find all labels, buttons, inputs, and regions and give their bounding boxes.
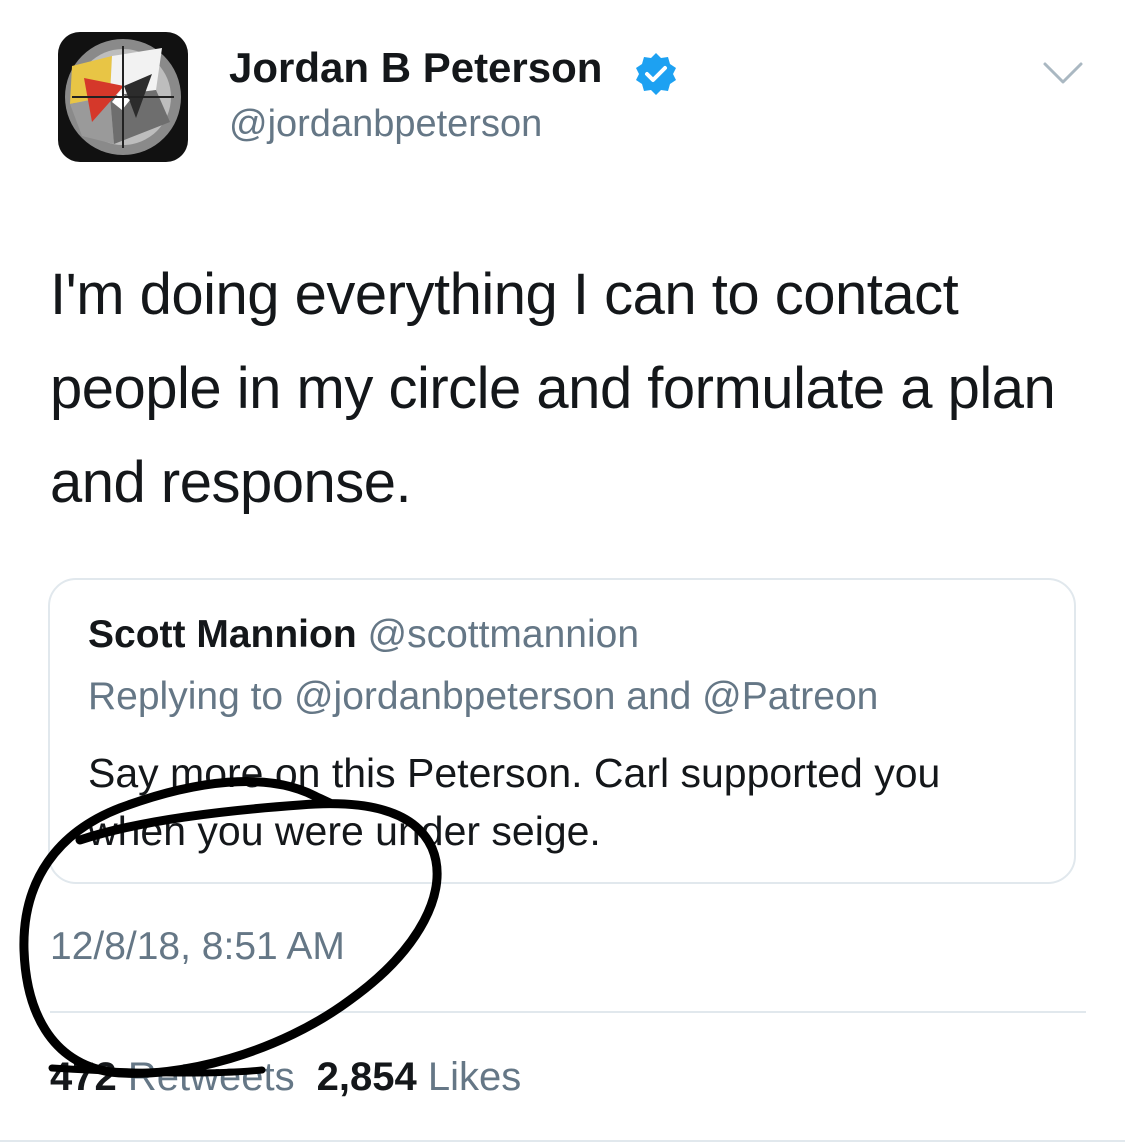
verified-badge-icon (636, 53, 676, 95)
author-name[interactable]: Jordan B Peterson (229, 42, 602, 94)
tweet-text: I'm doing everything I can to contact pe… (50, 262, 1056, 515)
chevron-down-icon[interactable] (1042, 58, 1084, 88)
avatar[interactable] (52, 26, 194, 168)
quoted-author-name: Scott Mannion (88, 613, 357, 656)
hand-drawn-circle-annotation (19, 777, 442, 1078)
likes-count[interactable]: 2,854 (317, 1055, 417, 1099)
likes-label[interactable]: Likes (428, 1055, 521, 1099)
quoted-author-handle: @scottmannion (367, 613, 640, 656)
divider (50, 1011, 1086, 1013)
quoted-tweet-text: Say more on this Peterson. Carl supporte… (88, 750, 941, 854)
retweets-label[interactable]: Retweets (128, 1055, 295, 1099)
author-handle[interactable]: @jordanbpeterson (229, 101, 542, 147)
quoted-replying-to: Replying to @jordanbpeterson and @Patreo… (88, 675, 879, 718)
quoted-tweet-header: Scott Mannion @scottmannion (88, 612, 639, 658)
tweet-stats: 472 Retweets 2,854 Likes (50, 1052, 521, 1102)
tweet-timestamp: 12/8/18, 8:51 AM (50, 925, 345, 968)
retweets-count[interactable]: 472 (50, 1055, 117, 1099)
divider (0, 1140, 1125, 1142)
